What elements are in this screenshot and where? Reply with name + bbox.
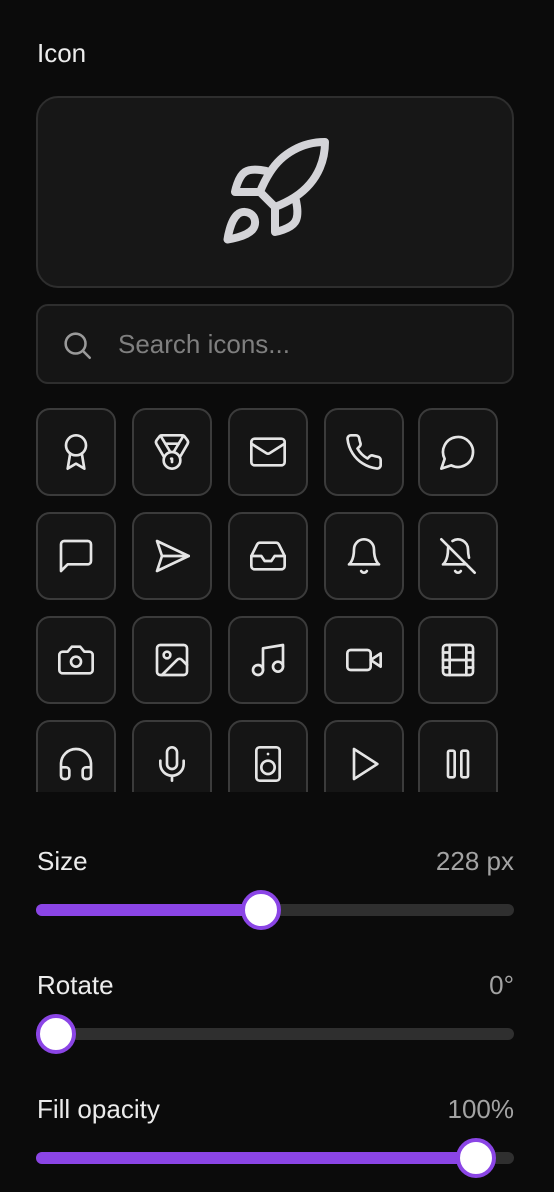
icon-preview bbox=[36, 96, 514, 288]
icon-tile-bell[interactable] bbox=[324, 512, 404, 600]
icon-tile-message-circle[interactable] bbox=[418, 408, 498, 496]
music-icon bbox=[251, 643, 285, 677]
icon-tile-film[interactable] bbox=[418, 616, 498, 704]
search-input[interactable] bbox=[118, 306, 498, 382]
message-square-icon bbox=[59, 539, 93, 573]
rotate-slider-thumb[interactable] bbox=[36, 1014, 76, 1054]
icon-tile-message-square[interactable] bbox=[36, 512, 116, 600]
icon-search-box[interactable] bbox=[36, 304, 514, 384]
headphones-icon bbox=[59, 747, 93, 781]
icon-tile-mail[interactable] bbox=[228, 408, 308, 496]
icon-tile-camera[interactable] bbox=[36, 616, 116, 704]
inbox-icon bbox=[250, 541, 286, 571]
send-icon bbox=[155, 539, 191, 573]
rotate-slider[interactable] bbox=[36, 1014, 514, 1054]
icon-tile-play[interactable] bbox=[324, 720, 404, 792]
speaker-icon bbox=[255, 746, 281, 782]
size-slider-thumb[interactable] bbox=[240, 890, 281, 930]
award-icon bbox=[64, 434, 88, 470]
rocket-icon bbox=[223, 137, 329, 244]
search-icon bbox=[64, 332, 92, 360]
fill-opacity-label: Fill opacity bbox=[37, 1094, 160, 1124]
icon-tile-award[interactable] bbox=[36, 408, 116, 496]
medal-icon bbox=[154, 434, 190, 470]
icon-tile-speaker[interactable] bbox=[228, 720, 308, 792]
fill-opacity-slider[interactable] bbox=[36, 1138, 514, 1178]
phone-icon bbox=[346, 434, 383, 470]
mic-icon bbox=[159, 746, 185, 782]
mail-icon bbox=[250, 437, 286, 467]
play-icon bbox=[352, 747, 379, 781]
image-icon bbox=[155, 643, 189, 677]
camera-icon bbox=[58, 645, 94, 675]
fill-opacity-value: 100% bbox=[447, 1094, 515, 1124]
icon-tile-music[interactable] bbox=[228, 616, 308, 704]
icon-tile-mic[interactable] bbox=[132, 720, 212, 792]
size-slider[interactable] bbox=[36, 890, 514, 930]
fill-opacity-slider-thumb[interactable] bbox=[456, 1138, 497, 1178]
bell-icon bbox=[347, 538, 381, 574]
icon-grid[interactable] bbox=[36, 408, 514, 792]
icon-tile-image[interactable] bbox=[132, 616, 212, 704]
icon-tile-pause[interactable] bbox=[418, 720, 498, 792]
icon-tile-headphones[interactable] bbox=[36, 720, 116, 792]
icon-tile-phone[interactable] bbox=[324, 408, 404, 496]
pause-icon bbox=[446, 749, 470, 779]
icon-section-label: Icon bbox=[37, 38, 87, 68]
message-circle-icon bbox=[440, 435, 475, 470]
film-icon bbox=[441, 643, 475, 677]
icon-tile-bell-off[interactable] bbox=[418, 512, 498, 600]
size-label: Size bbox=[37, 846, 88, 876]
icon-tile-medal[interactable] bbox=[132, 408, 212, 496]
rotate-label: Rotate bbox=[37, 970, 114, 1000]
icon-tile-inbox[interactable] bbox=[228, 512, 308, 600]
bell-off-icon bbox=[440, 538, 476, 574]
icon-tile-video[interactable] bbox=[324, 616, 404, 704]
icon-tile-send[interactable] bbox=[132, 512, 212, 600]
fill-opacity-slider-fill bbox=[36, 1152, 477, 1164]
video-icon bbox=[346, 648, 382, 672]
size-value: 228 px bbox=[435, 846, 514, 876]
rotate-value: 0° bbox=[489, 970, 514, 1000]
size-slider-fill bbox=[36, 904, 261, 916]
